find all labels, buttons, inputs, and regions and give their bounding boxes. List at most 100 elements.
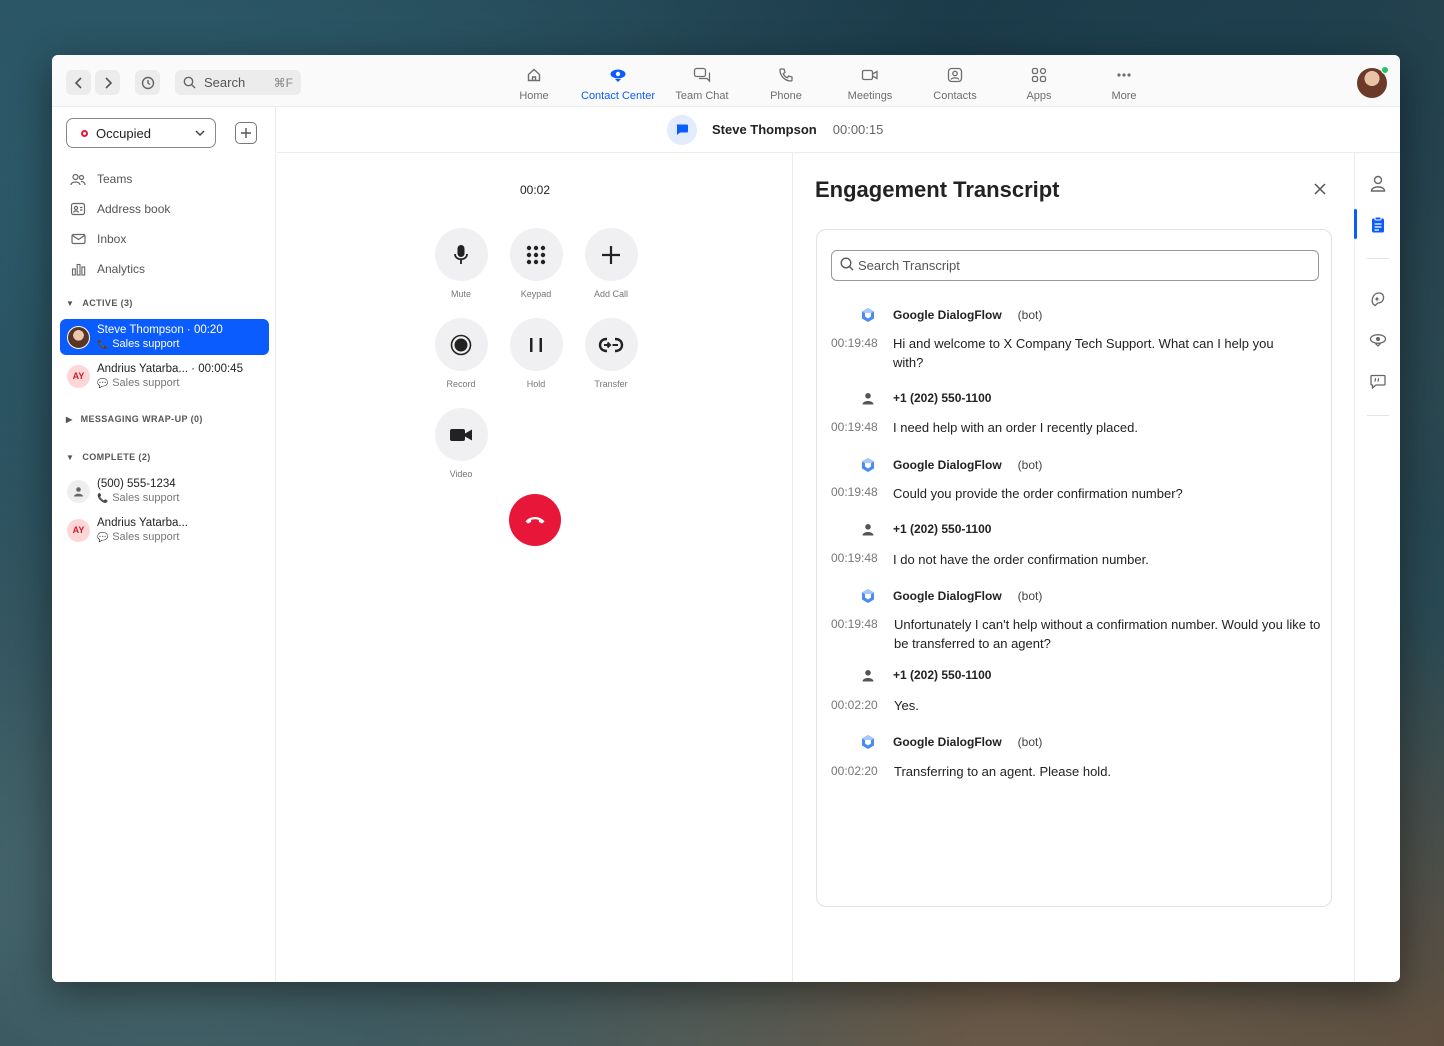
video-icon (450, 428, 472, 441)
status-label: Occupied (96, 125, 151, 141)
tab-phone[interactable]: Phone (744, 65, 828, 102)
message-time: 00:02:20 (831, 764, 878, 778)
message-author: Google DialogFlow (893, 308, 1002, 322)
video-button[interactable]: Video (421, 408, 501, 479)
message-author: Google DialogFlow (893, 458, 1002, 472)
mute-button[interactable]: Mute (421, 228, 501, 299)
tab-apps[interactable]: Apps (997, 65, 1081, 102)
contact-center-rail-button[interactable] (1355, 333, 1400, 347)
message-author: Google DialogFlow (893, 589, 1002, 603)
online-status-dot (1381, 66, 1389, 74)
caret-down-icon: ▼ (66, 452, 75, 462)
person-icon (859, 392, 877, 405)
address-book-icon (69, 202, 87, 216)
sidebar-item-analytics[interactable]: Analytics (69, 259, 145, 279)
transcript-title: Engagement Transcript (815, 177, 1060, 202)
dialogflow-bot-icon (859, 734, 877, 750)
avatar (67, 325, 90, 349)
engagement-steve-thompson[interactable]: Steve Thompson · 00:20 📞 Sales support (60, 319, 269, 355)
apps-icon (1031, 67, 1047, 83)
sidebar-item-address-book[interactable]: Address book (69, 199, 170, 219)
hold-button[interactable]: Hold (496, 318, 576, 389)
back-button[interactable] (66, 70, 91, 95)
chat-rail-button[interactable] (1355, 374, 1400, 389)
top-bar: Search ⌘F Home Contact Center Team Chat … (52, 55, 1400, 107)
engagement-andrius-yatarba-complete[interactable]: AY Andrius Yatarba... 💬 Sales support (60, 512, 269, 548)
engagement-phone-500[interactable]: (500) 555-1234 📞 Sales support (60, 473, 269, 509)
rail-divider (1367, 258, 1389, 259)
message-time: 00:02:20 (831, 698, 878, 712)
avatar-initials: AY (67, 518, 90, 542)
control-label: Video (449, 469, 473, 479)
status-dropdown[interactable]: Occupied (66, 118, 216, 148)
dialogflow-bot-icon (859, 457, 877, 473)
history-button[interactable] (135, 70, 160, 95)
message-text: Transferring to an agent. Please hold. (894, 764, 1112, 779)
keypad-button[interactable]: Keypad (496, 228, 576, 299)
sidebar-item-label: Teams (97, 172, 133, 186)
sidebar-item-inbox[interactable]: Inbox (69, 229, 126, 249)
search-shortcut: ⌘F (273, 75, 293, 90)
tab-contact-center-label: Contact Center (581, 90, 655, 102)
end-call-button[interactable] (509, 494, 561, 546)
wrapup-section-header[interactable]: ▶ MESSAGING WRAP-UP (0) (66, 414, 203, 424)
sidebar: Occupied Teams Address book Inbox Analyt… (52, 107, 276, 982)
transfer-button[interactable]: Transfer (571, 318, 651, 389)
dialogflow-bot-icon (859, 307, 877, 323)
more-icon (1117, 73, 1131, 77)
close-transcript-button[interactable] (1314, 179, 1326, 200)
engagement-title: Steve Thompson · 00:20 (97, 324, 223, 336)
user-avatar[interactable] (1357, 66, 1389, 98)
notes-rail-button[interactable] (1355, 291, 1400, 307)
tab-contacts[interactable]: Contacts (913, 65, 997, 102)
search-icon (183, 76, 196, 89)
call-header: Steve Thompson 00:00:15 (277, 107, 1400, 153)
person-icon (67, 479, 90, 503)
microphone-icon (454, 244, 468, 264)
message-header: Google DialogFlow (bot) (859, 457, 1042, 473)
chat-icon: 💬 (97, 378, 109, 388)
complete-section-header[interactable]: ▼ COMPLETE (2) (66, 452, 151, 462)
control-label: Transfer (594, 379, 628, 389)
global-search[interactable]: Search ⌘F (175, 70, 301, 95)
add-call-button[interactable]: Add Call (571, 228, 651, 299)
tab-meetings-label: Meetings (847, 90, 893, 102)
active-section-header[interactable]: ▼ ACTIVE (3) (66, 298, 133, 308)
transcript-rail-button[interactable] (1355, 216, 1400, 233)
message-author: +1 (202) 550-1100 (893, 668, 992, 682)
new-engagement-button[interactable] (235, 122, 257, 144)
tab-meetings[interactable]: Meetings (828, 65, 912, 102)
message-author: +1 (202) 550-1100 (893, 522, 992, 536)
history-icon (141, 76, 154, 89)
record-button[interactable]: Record (421, 318, 501, 389)
sidebar-item-teams[interactable]: Teams (69, 169, 132, 189)
message-header: +1 (202) 550-1100 (859, 668, 1007, 682)
transcript-search-input[interactable]: Search Transcript (831, 250, 1319, 281)
tab-home[interactable]: Home (492, 65, 576, 102)
analytics-icon (69, 263, 87, 276)
chevron-right-icon (104, 76, 112, 89)
close-icon (1314, 183, 1326, 195)
hangup-icon (525, 517, 545, 524)
pause-icon (530, 337, 542, 352)
wrapup-section-label: MESSAGING WRAP-UP (0) (80, 414, 203, 424)
message-author: Google DialogFlow (893, 735, 1002, 749)
tab-team-chat[interactable]: Team Chat (660, 65, 744, 102)
rail-divider (1367, 415, 1389, 416)
forward-button[interactable] (95, 70, 120, 95)
record-icon (450, 334, 472, 355)
profile-rail-button[interactable] (1355, 175, 1400, 192)
message-time: 00:19:48 (831, 485, 878, 499)
control-label: Keypad (520, 289, 552, 299)
message-header: Google DialogFlow (bot) (859, 307, 1042, 323)
dialogflow-bot-icon (859, 588, 877, 604)
tab-contact-center[interactable]: Contact Center (576, 65, 660, 102)
sidebar-item-label: Inbox (97, 232, 127, 246)
keypad-icon (526, 245, 546, 264)
tab-more[interactable]: More (1082, 65, 1166, 102)
engagement-title: Andrius Yatarba... · 00:00:45 (97, 363, 243, 375)
control-label: Mute (450, 289, 471, 299)
message-author-tag: (bot) (1017, 458, 1043, 472)
engagement-andrius-yatarba[interactable]: AY Andrius Yatarba... · 00:00:45 💬 Sales … (60, 358, 269, 394)
tab-phone-label: Phone (770, 90, 802, 102)
